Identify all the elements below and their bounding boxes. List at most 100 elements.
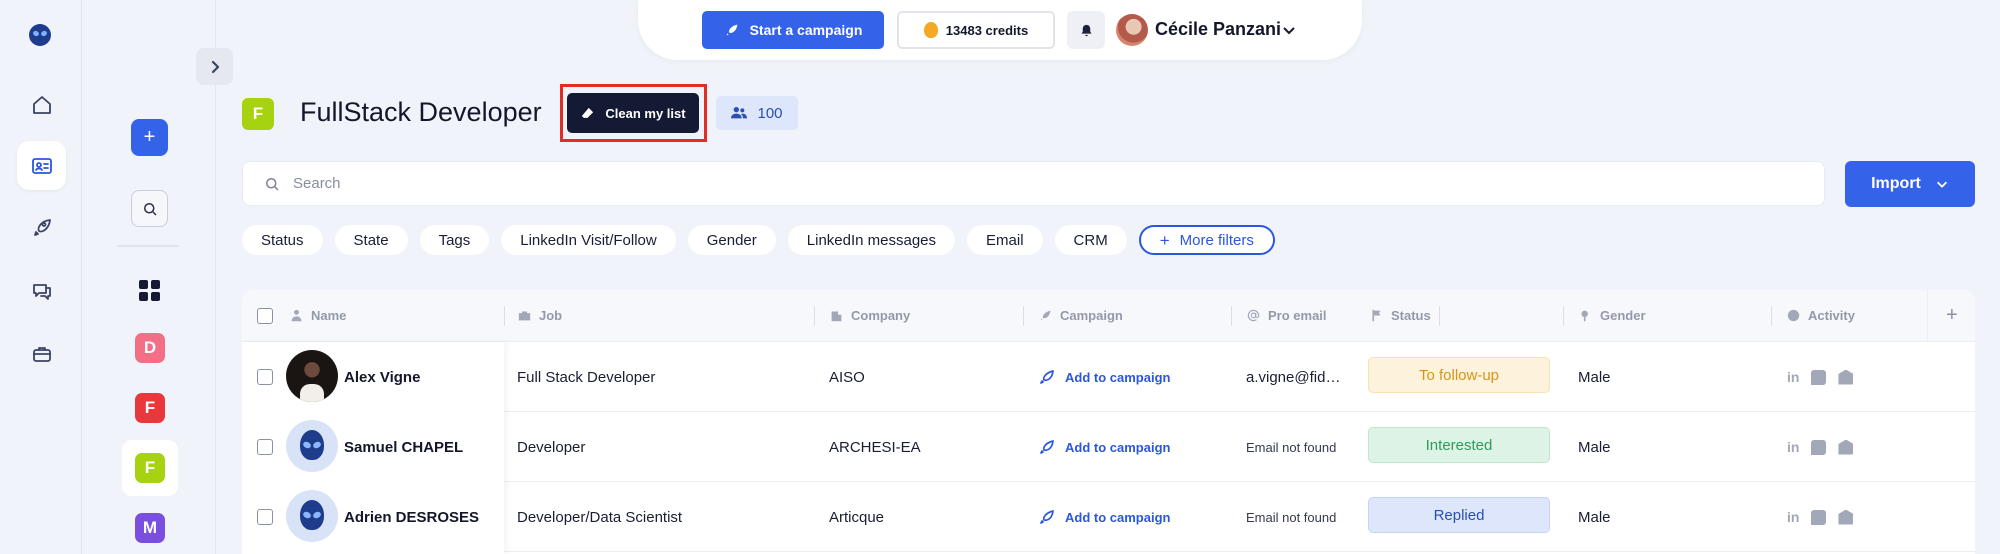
- contact-name[interactable]: Adrien DESROSES: [344, 482, 479, 552]
- linkedin-icon[interactable]: in: [1787, 509, 1799, 525]
- rocket-icon: [1040, 440, 1054, 454]
- linkedin-icon[interactable]: in: [1787, 439, 1799, 455]
- filter-chips: Status State Tags LinkedIn Visit/Follow …: [242, 225, 1275, 255]
- import-button[interactable]: Import: [1845, 161, 1975, 207]
- list-tile-d[interactable]: D: [135, 333, 165, 363]
- column-header-status[interactable]: Status: [1370, 308, 1431, 323]
- home-icon[interactable]: [17, 80, 66, 129]
- expand-sidebar-button[interactable]: [196, 48, 233, 85]
- bell-icon: [1081, 24, 1091, 36]
- person-icon: [291, 309, 302, 322]
- row-checkbox[interactable]: [257, 509, 273, 525]
- column-divider: [504, 306, 505, 326]
- column-header-pro-email[interactable]: Pro email: [1247, 308, 1327, 323]
- clean-my-list-button[interactable]: Clean my list: [567, 93, 699, 133]
- filter-state[interactable]: State: [334, 225, 408, 255]
- users-icon: [731, 107, 748, 119]
- search-icon: [266, 177, 279, 191]
- user-menu-button[interactable]: [1281, 22, 1297, 38]
- avatar-eye: [302, 440, 312, 450]
- add-column-button[interactable]: +: [1946, 304, 1958, 327]
- contact-name[interactable]: Samuel CHAPEL: [344, 412, 463, 482]
- activity-icons: in: [1787, 342, 1854, 412]
- row-checkbox[interactable]: [257, 369, 273, 385]
- eraser-icon: [582, 107, 594, 119]
- rocket-icon: [726, 24, 737, 36]
- column-divider: [1771, 306, 1772, 326]
- list-tile-m[interactable]: M: [135, 513, 165, 543]
- add-to-campaign-link[interactable]: Add to campaign: [1039, 412, 1170, 482]
- flag-icon: [1372, 309, 1381, 322]
- column-header-company[interactable]: Company: [830, 308, 910, 323]
- start-campaign-button[interactable]: Start a campaign: [702, 11, 884, 49]
- clock-icon: [1787, 309, 1800, 322]
- message-icon[interactable]: [1811, 369, 1827, 385]
- search-icon: [143, 202, 157, 216]
- rocket-icon: [1040, 310, 1051, 321]
- row-checkbox[interactable]: [257, 439, 273, 455]
- credits-label: 13483 credits: [945, 22, 1029, 38]
- avatar[interactable]: [286, 490, 338, 542]
- job-cell: Developer: [517, 438, 586, 456]
- email-icon[interactable]: [1838, 439, 1854, 455]
- filter-status[interactable]: Status: [242, 225, 323, 255]
- page-title: FullStack Developer: [300, 97, 542, 127]
- list-tile-f-red[interactable]: F: [135, 393, 165, 423]
- filter-email[interactable]: Email: [967, 225, 1043, 255]
- company-cell: ARCHESI-EA: [829, 438, 921, 456]
- list-tile-f-green[interactable]: F: [135, 453, 165, 483]
- column-divider: [814, 306, 815, 326]
- rocket-icon: [1040, 510, 1054, 524]
- briefcase-icon[interactable]: [17, 329, 66, 378]
- all-lists-grid-icon[interactable]: [139, 280, 160, 301]
- search-input[interactable]: [293, 175, 1693, 192]
- contacts-table: Name Job Company Campaign Pro email Stat…: [242, 290, 1975, 554]
- column-header-campaign[interactable]: Campaign: [1039, 308, 1123, 323]
- contact-count: 100: [757, 104, 783, 122]
- company-cell: Articque: [829, 508, 885, 526]
- contact-name[interactable]: Alex Vigne: [344, 342, 420, 412]
- status-badge[interactable]: Replied: [1368, 497, 1550, 533]
- more-filters-button[interactable]: + More filters: [1138, 225, 1275, 255]
- email-icon[interactable]: [1838, 369, 1854, 385]
- add-list-button[interactable]: +: [131, 119, 168, 156]
- add-to-campaign-link[interactable]: Add to campaign: [1039, 482, 1170, 552]
- list-badge: F: [242, 98, 274, 130]
- message-icon[interactable]: [1811, 439, 1827, 455]
- column-header-name[interactable]: Name: [290, 308, 346, 323]
- filter-tags[interactable]: Tags: [419, 225, 490, 255]
- credits-button[interactable]: 13483 credits: [897, 11, 1055, 49]
- rocket-icon[interactable]: [17, 203, 66, 252]
- search-lists-button[interactable]: [131, 190, 168, 227]
- status-badge[interactable]: To follow-up: [1368, 357, 1550, 393]
- chat-icon[interactable]: [17, 266, 66, 315]
- pro-email-cell: a.vigne@fid…: [1246, 368, 1341, 386]
- notifications-button[interactable]: [1067, 11, 1105, 49]
- column-divider: [1563, 306, 1564, 326]
- filter-linkedin-visit-follow[interactable]: LinkedIn Visit/Follow: [501, 225, 676, 255]
- contact-count-badge[interactable]: 100: [716, 96, 798, 130]
- avatar[interactable]: [286, 420, 338, 472]
- avatar-eye: [312, 510, 322, 520]
- user-name[interactable]: Cécile Panzani: [1155, 19, 1281, 40]
- user-avatar[interactable]: [1116, 14, 1148, 46]
- column-header-job[interactable]: Job: [518, 308, 562, 323]
- activity-icons: in: [1787, 482, 1854, 552]
- app-logo-icon[interactable]: [29, 24, 51, 46]
- avatar[interactable]: [286, 350, 338, 402]
- email-icon[interactable]: [1838, 509, 1854, 525]
- contacts-icon[interactable]: [17, 141, 66, 190]
- filter-linkedin-messages[interactable]: LinkedIn messages: [787, 225, 956, 255]
- status-badge[interactable]: Interested: [1368, 427, 1550, 463]
- column-header-gender[interactable]: Gender: [1579, 308, 1646, 323]
- filter-crm[interactable]: CRM: [1054, 225, 1127, 255]
- linkedin-icon[interactable]: in: [1787, 369, 1799, 385]
- message-icon[interactable]: [1811, 509, 1827, 525]
- column-divider: [1023, 306, 1024, 326]
- gender-icon: [1581, 310, 1588, 322]
- table-header: Name Job Company Campaign Pro email Stat…: [242, 290, 1975, 342]
- select-all-checkbox[interactable]: [257, 308, 273, 324]
- filter-gender[interactable]: Gender: [687, 225, 776, 255]
- column-header-activity[interactable]: Activity: [1787, 308, 1855, 323]
- add-to-campaign-link[interactable]: Add to campaign: [1039, 342, 1170, 412]
